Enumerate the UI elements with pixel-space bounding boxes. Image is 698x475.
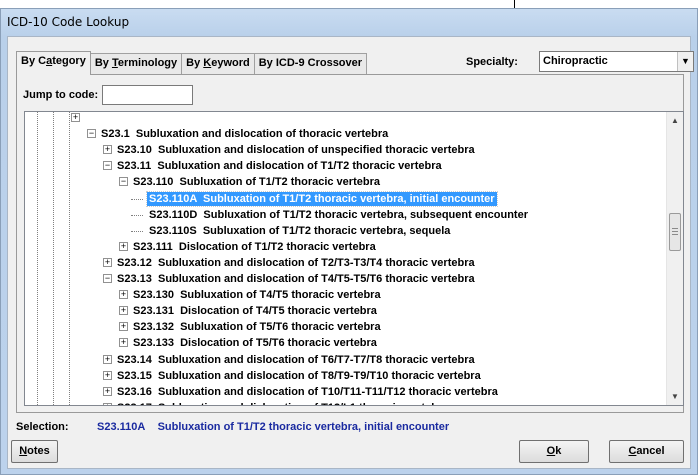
tree-node-label: S23.110 Subluxation of T1/T2 thoracic ve…: [133, 176, 380, 189]
tree-node[interactable]: + S23.130 Subluxation of T4/T5 thoracic v…: [25, 287, 665, 303]
tree-node[interactable]: + S23.111 Dislocation of T1/T2 thoracic v…: [25, 239, 665, 255]
tree-node[interactable]: +: [25, 112, 665, 126]
tree-vertical-scrollbar[interactable]: ▲ ▼: [666, 112, 683, 405]
plus-box-icon[interactable]: +: [103, 386, 112, 396]
tree-node-label: S23.111 Dislocation of T1/T2 thoracic ve…: [133, 240, 376, 253]
plus-box-icon[interactable]: +: [119, 322, 128, 332]
cancel-button-label: Cancel: [628, 445, 665, 457]
selection-value: S23.110A Subluxation of T1/T2 thoracic v…: [97, 421, 449, 433]
tree-node[interactable]: + S23.132 Subluxation of T5/T6 thoracic v…: [25, 319, 665, 335]
plus-box-icon[interactable]: +: [103, 370, 112, 380]
ok-button-label: Ok: [546, 445, 562, 457]
tree-node-label: S23.14 Subluxation and dislocation of T6…: [117, 353, 475, 366]
tree-node[interactable]: S23.110A Subluxation of T1/T2 thoracic v…: [25, 190, 665, 207]
tree-node[interactable]: − S23.1 Subluxation and dislocation of th…: [25, 126, 665, 142]
tab-label: By Terminology: [94, 57, 178, 69]
tree-node[interactable]: S23.110D Subluxation of T1/T2 thoracic v…: [25, 207, 665, 223]
selection-label: Selection:: [16, 421, 69, 433]
tree-node-label: S23.1 Subluxation and dislocation of tho…: [101, 128, 389, 141]
selection-description: Subluxation of T1/T2 thoracic vertebra, …: [157, 421, 450, 433]
tab-by-category[interactable]: By Category: [16, 51, 91, 75]
selection-code: S23.110A: [97, 421, 146, 433]
tree-leaf-connector: [131, 198, 143, 200]
jump-to-code-input[interactable]: [102, 85, 193, 105]
tree-node[interactable]: + S23.10 Subluxation and dislocation of u…: [25, 142, 665, 158]
tree-node-label: S23.131 Dislocation of T4/T5 thoracic ve…: [133, 305, 377, 318]
plus-box-icon[interactable]: +: [71, 113, 80, 122]
tree-node-label: S23.132 Subluxation of T5/T6 thoracic ve…: [133, 321, 381, 334]
notes-button-label: Notes: [19, 445, 50, 457]
minus-box-icon[interactable]: −: [87, 129, 96, 139]
cancel-button[interactable]: Cancel: [609, 440, 684, 463]
minus-box-icon[interactable]: −: [103, 274, 112, 283]
tab-by-keyword[interactable]: By Keyword: [181, 53, 255, 74]
plus-box-icon[interactable]: +: [119, 241, 128, 251]
tree-node-label: S23.15 Subluxation and dislocation of T8…: [117, 369, 481, 382]
tree-node[interactable]: + S23.133 Dislocation of T5/T6 thoracic v…: [25, 335, 665, 351]
chevron-down-icon[interactable]: ▼: [677, 52, 693, 71]
specialty-dropdown[interactable]: Chiropractic ▼: [539, 51, 694, 72]
tab-label: By Category: [21, 55, 86, 67]
tree-node[interactable]: − S23.110 Subluxation of T1/T2 thoracic v…: [25, 174, 665, 190]
plus-box-icon[interactable]: +: [119, 290, 128, 300]
tree-node-label: S23.16 Subluxation and dislocation of T1…: [117, 385, 498, 398]
tree-node[interactable]: + S23.15 Subluxation and dislocation of T…: [25, 368, 665, 384]
plus-box-icon[interactable]: +: [103, 402, 112, 405]
plus-box-icon[interactable]: +: [103, 145, 112, 155]
tab-label: By ICD-9 Crossover: [258, 57, 363, 69]
tab-label: By Keyword: [186, 57, 250, 69]
ok-button[interactable]: Ok: [519, 440, 589, 463]
tab-strip: By Category By Terminology By Keyword By…: [16, 51, 368, 75]
tree-node[interactable]: − S23.13 Subluxation and dislocation of T…: [25, 271, 665, 287]
window-title: ICD-10 Code Lookup: [7, 15, 130, 29]
dialog-window: ICD-10 Code Lookup By Category By Termin…: [0, 8, 698, 475]
arrow-down-icon[interactable]: ▼: [667, 388, 683, 405]
scrollbar-thumb[interactable]: [669, 213, 681, 251]
tree-node-label: S23.130 Subluxation of T4/T5 thoracic ve…: [133, 289, 381, 302]
notes-button[interactable]: Notes: [11, 440, 58, 463]
category-tree[interactable]: + − S23.1 Subluxation and dislocation of t…: [24, 111, 684, 406]
tree-node-label: S23.110A Subluxation of T1/T2 thoracic v…: [146, 190, 498, 207]
plus-box-icon[interactable]: +: [119, 338, 128, 348]
tree-node-label: S23.110S Subluxation of T1/T2 thoracic v…: [149, 224, 451, 237]
arrow-up-icon[interactable]: ▲: [667, 112, 683, 129]
tree-node-label: S23.110D Subluxation of T1/T2 thoracic v…: [149, 208, 528, 221]
tree-node[interactable]: + S23.131 Dislocation of T4/T5 thoracic v…: [25, 303, 665, 319]
tree-leaf-connector: [131, 230, 143, 232]
tree-node[interactable]: S23.110S Subluxation of T1/T2 thoracic v…: [25, 223, 665, 239]
minus-box-icon[interactable]: −: [103, 161, 112, 171]
minus-box-icon[interactable]: −: [119, 177, 128, 187]
plus-box-icon[interactable]: +: [119, 306, 128, 316]
dialog-client-area: By Category By Terminology By Keyword By…: [7, 36, 694, 469]
tree-node[interactable]: + S23.12 Subluxation and dislocation of T…: [25, 255, 665, 271]
tree-node-label: S23.133 Dislocation of T5/T6 thoracic ve…: [133, 337, 377, 350]
tree-node-label: S23.11 Subluxation and dislocation of T1…: [117, 160, 442, 173]
tree-node-label: S23.13 Subluxation and dislocation of T4…: [117, 273, 475, 285]
jump-to-code-label: Jump to code:: [23, 89, 99, 101]
tab-by-icd9-crossover[interactable]: By ICD-9 Crossover: [253, 53, 368, 74]
tree-node[interactable]: − S23.11 Subluxation and dislocation of T…: [25, 158, 665, 174]
tree-leaf-connector: [131, 214, 143, 216]
tree-node[interactable]: +S23.17 Subluxation and dislocation of T…: [25, 400, 665, 405]
tree-node[interactable]: + S23.14 Subluxation and dislocation of T…: [25, 352, 665, 368]
plus-box-icon[interactable]: +: [103, 354, 112, 364]
tree-node[interactable]: + S23.16 Subluxation and dislocation of T…: [25, 384, 665, 400]
specialty-label: Specialty:: [466, 56, 518, 68]
tab-by-terminology[interactable]: By Terminology: [89, 53, 183, 74]
tree-node-label: S23.10 Subluxation and dislocation of un…: [117, 144, 475, 157]
tree-node-label: S23.12 Subluxation and dislocation of T2…: [117, 256, 475, 269]
tree-node-label: S23.17 Subluxation and dislocation of T1…: [115, 401, 450, 405]
plus-box-icon[interactable]: +: [103, 257, 112, 267]
specialty-value: Chiropractic: [543, 55, 608, 67]
